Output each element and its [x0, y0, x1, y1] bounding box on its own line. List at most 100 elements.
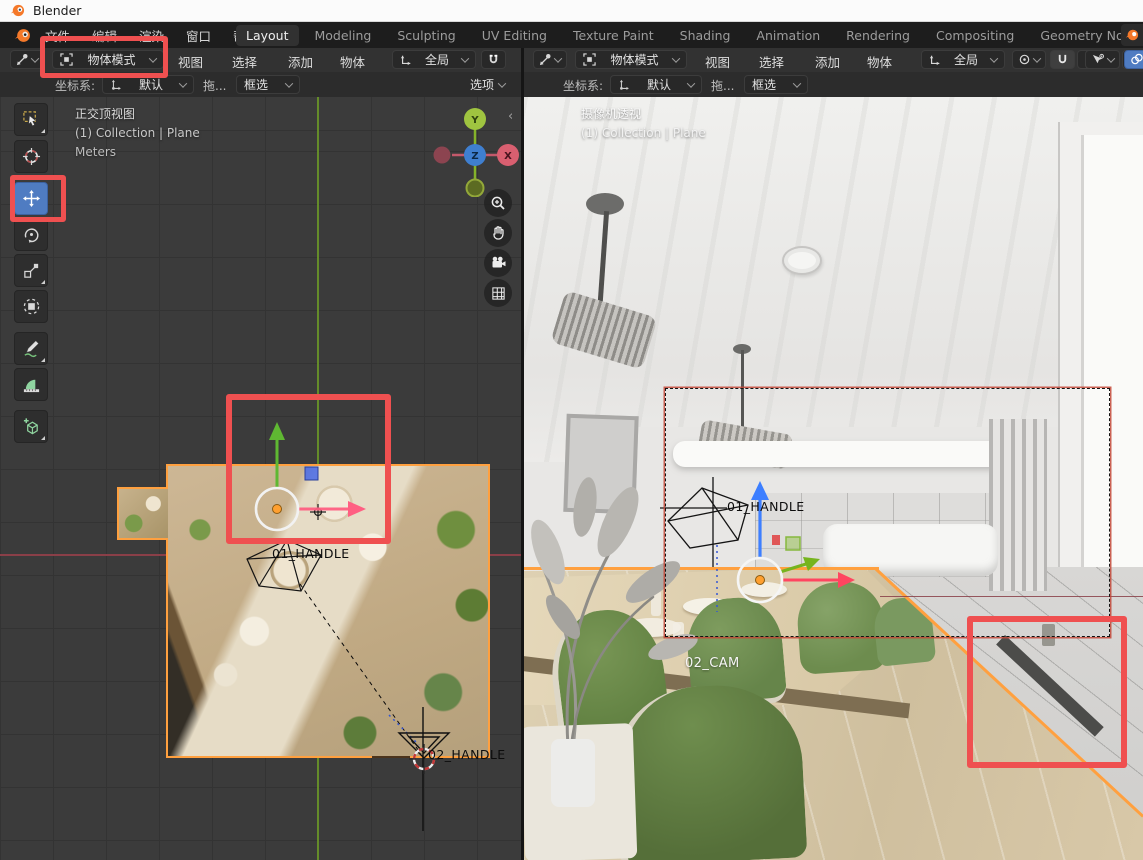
- pivot-point-button[interactable]: [1012, 50, 1046, 69]
- chevron-down-icon: [498, 79, 506, 87]
- options-dropdown[interactable]: 选项: [462, 75, 513, 94]
- view-label: 摄像机透视: [581, 105, 641, 124]
- pivot-point-icon: [1018, 53, 1031, 66]
- annotation-box-gizmo: [226, 394, 391, 544]
- viewport-display-buttons: [1085, 50, 1143, 69]
- handle1-label: 01_HANDLE: [727, 499, 805, 514]
- tab-texture-paint[interactable]: Texture Paint: [563, 25, 664, 46]
- object-origin-dot: [756, 576, 765, 585]
- blender-logo-icon: [10, 3, 25, 18]
- transform-orientation-dropdown[interactable]: 全局: [392, 50, 476, 69]
- menu-viewport-add[interactable]: 添加: [809, 50, 846, 73]
- chevron-down-icon: [672, 54, 680, 62]
- box-select-dropdown[interactable]: 框选: [744, 75, 808, 94]
- menu-viewport-object[interactable]: 物体: [861, 50, 898, 73]
- menu-viewport-view[interactable]: 视图: [699, 50, 736, 73]
- tab-uv-editing[interactable]: UV Editing: [472, 25, 557, 46]
- menu-viewport-add[interactable]: 添加: [282, 50, 319, 73]
- tab-rendering[interactable]: Rendering: [836, 25, 920, 46]
- top-menu-bar: 文件 编辑 渲染 窗口 帮助 Layout Modeling Sculpting…: [0, 22, 1143, 48]
- menu-viewport-select[interactable]: 选择: [753, 50, 790, 73]
- annotation-box-mode-dropdown: [40, 36, 168, 78]
- menu-viewport-view[interactable]: 视图: [172, 50, 209, 73]
- tab-shading[interactable]: Shading: [670, 25, 741, 46]
- object-mode-icon: [583, 53, 596, 66]
- chevron-down-icon: [793, 79, 801, 87]
- editor-type-button[interactable]: [533, 50, 567, 69]
- orientation-label: 全局: [425, 51, 449, 68]
- transform-orientation-dropdown[interactable]: 全局: [921, 50, 1005, 69]
- overlays-button[interactable]: [1124, 50, 1143, 69]
- drag-label: 拖...: [711, 77, 734, 94]
- view-label: 正交顶视图: [75, 105, 135, 124]
- move-gizmo[interactable]: [700, 455, 880, 605]
- axis-neg-y-ball: [467, 180, 484, 197]
- orientation-axes-icon: [400, 54, 412, 66]
- coord-system-label: 坐标系:: [563, 77, 603, 94]
- box-select-value: 框选: [244, 76, 268, 93]
- gizmo-x-arrow: [838, 572, 855, 588]
- tab-modeling[interactable]: Modeling: [305, 25, 382, 46]
- drag-axis-icon: [618, 79, 630, 91]
- scene-selector-button[interactable]: [1121, 24, 1143, 46]
- coord-system-value: 默认: [647, 76, 671, 93]
- gizmo-visibility-button[interactable]: [1085, 50, 1120, 69]
- right-viewport-header: 物体模式 视图 选择 添加 物体 全局: [523, 48, 1143, 72]
- navigation-gizmo[interactable]: Y X Z: [425, 102, 521, 197]
- tab-sculpting[interactable]: Sculpting: [387, 25, 465, 46]
- snap-magnet-button[interactable]: [1050, 50, 1075, 69]
- right-3d-viewport[interactable]: 摄像机透视 (1) Collection | Plane: [523, 97, 1143, 860]
- chevron-down-icon: [687, 79, 695, 87]
- drag-label: 拖...: [203, 77, 226, 94]
- annotation-box-floor-corner: [967, 616, 1127, 768]
- snap-magnet-button[interactable]: [481, 50, 506, 69]
- svg-text:X: X: [504, 151, 512, 162]
- menu-window[interactable]: 窗口: [177, 23, 220, 48]
- coord-system-dropdown[interactable]: 默认: [610, 75, 702, 94]
- mode-label: 物体模式: [610, 51, 658, 68]
- coord-system-label: 坐标系:: [55, 77, 95, 94]
- annotation-box-move-tool: [10, 175, 66, 222]
- window-title: Blender: [33, 3, 81, 18]
- menu-viewport-select[interactable]: 选择: [226, 50, 263, 73]
- camera-label: 02_CAM: [685, 656, 740, 671]
- box-select-value: 框选: [752, 76, 776, 93]
- scene-icon: [1125, 28, 1139, 42]
- context-path: (1) Collection | Plane: [75, 124, 200, 143]
- box-select-dropdown[interactable]: 框选: [236, 75, 300, 94]
- drag-axis-icon: [110, 79, 122, 91]
- editor-3d-viewport-icon: [539, 53, 552, 66]
- svg-text:Z: Z: [471, 151, 478, 162]
- chevron-down-icon: [554, 54, 562, 62]
- handle2-label: 02_HANDLE: [428, 747, 506, 762]
- mode-dropdown[interactable]: 物体模式: [575, 50, 687, 69]
- camera-02-wireframe: [372, 707, 449, 831]
- options-label: 选项: [470, 76, 494, 93]
- chevron-down-icon: [1107, 54, 1115, 62]
- workspace-tabs: Layout Modeling Sculpting UV Editing Tex…: [236, 22, 1143, 48]
- gizmo-eye-icon: [1091, 53, 1105, 66]
- magnet-icon: [487, 53, 500, 66]
- overlays-icon: [1130, 53, 1143, 66]
- left-3d-viewport[interactable]: 正交顶视图 (1) Collection | Plane Meters ‹: [0, 97, 521, 860]
- viewport-separator[interactable]: [521, 48, 524, 860]
- chevron-down-icon: [285, 79, 293, 87]
- tab-compositing[interactable]: Compositing: [926, 25, 1024, 46]
- gizmo-plane-handle-y: [786, 537, 800, 550]
- unit-label: Meters: [75, 143, 116, 162]
- chevron-down-icon: [31, 54, 39, 62]
- menu-viewport-object[interactable]: 物体: [334, 50, 371, 73]
- orientation-label: 全局: [954, 51, 978, 68]
- editor-3d-viewport-icon: [16, 53, 29, 66]
- handle1-label: 01_HANDLE: [272, 546, 350, 561]
- editor-type-button[interactable]: [10, 50, 44, 69]
- right-tool-settings-bar: 坐标系: 默认 拖... 框选: [523, 72, 1143, 97]
- axis-neg-x-ball: [434, 147, 451, 164]
- gizmo-plane-handle-x: [772, 535, 780, 545]
- tab-layout[interactable]: Layout: [236, 25, 299, 46]
- blender-logo-icon: [14, 27, 31, 44]
- tab-animation[interactable]: Animation: [746, 25, 830, 46]
- chevron-down-icon: [179, 79, 187, 87]
- gizmo-y-arrow: [803, 557, 820, 571]
- orientation-axes-icon: [929, 54, 941, 66]
